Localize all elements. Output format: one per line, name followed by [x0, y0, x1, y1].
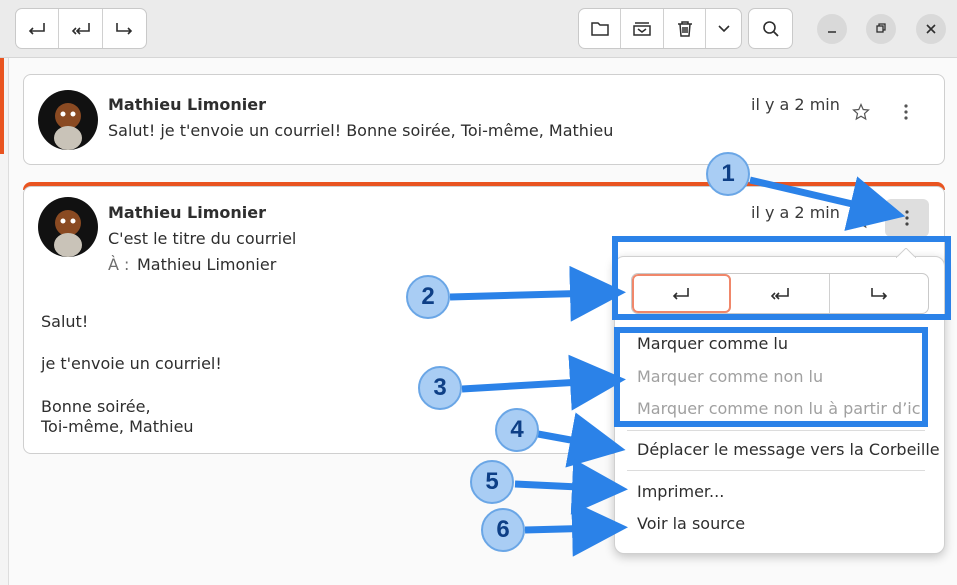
message-actions-group	[578, 8, 742, 49]
message-subject: C'est le titre du courriel	[108, 229, 297, 248]
arrow-6	[524, 500, 628, 557]
highlight-box-reply-group	[612, 236, 951, 320]
folder-icon	[590, 21, 609, 36]
recipient-label: À :	[108, 255, 130, 274]
minimize-icon	[828, 31, 836, 33]
reply-button[interactable]	[16, 9, 60, 48]
body-line: Toi-même, Mathieu	[41, 417, 194, 436]
menu-separator	[627, 470, 925, 471]
reply-button-group	[15, 8, 147, 49]
callout-5: 5	[470, 460, 514, 504]
reply-icon	[29, 22, 45, 35]
callout-6: 6	[481, 508, 525, 552]
message-menu-button[interactable]	[885, 199, 929, 237]
sender-name: Mathieu Limonier	[108, 203, 267, 222]
sender-name: Mathieu Limonier	[108, 95, 267, 114]
restore-icon	[876, 23, 886, 33]
menu-move-to-trash[interactable]: Déplacer le message vers la Corbeille	[637, 440, 940, 459]
menu-separator	[627, 430, 925, 431]
forward-button[interactable]	[103, 9, 146, 48]
archive-button[interactable]	[621, 9, 664, 48]
star-icon[interactable]	[852, 211, 870, 229]
forward-icon	[116, 22, 133, 35]
body-line: je t'envoie un courriel!	[41, 354, 222, 373]
chevron-down-icon	[718, 24, 730, 32]
search-icon	[762, 20, 779, 37]
close-icon	[926, 24, 936, 34]
callout-2: 2	[406, 275, 450, 319]
message-card-collapsed[interactable]: Mathieu Limonier il y a 2 min Salut! je …	[23, 74, 945, 165]
search-button[interactable]	[749, 9, 792, 48]
avatar	[38, 197, 98, 257]
callout-4: 4	[495, 408, 539, 452]
arrow-5	[514, 458, 628, 515]
header-bar	[0, 0, 957, 58]
callout-1: 1	[706, 152, 750, 196]
star-icon[interactable]	[852, 103, 870, 121]
callout-3: 3	[418, 366, 462, 410]
message-preview: Salut! je t'envoie un courriel! Bonne so…	[108, 121, 614, 140]
reply-all-icon	[71, 22, 90, 35]
trash-icon	[677, 20, 692, 37]
trash-button[interactable]	[664, 9, 707, 48]
avatar	[38, 90, 98, 150]
search-group	[748, 8, 793, 49]
kebab-menu-icon[interactable]	[902, 103, 910, 121]
close-button[interactable]	[916, 14, 946, 44]
recipient-name: Mathieu Limonier	[137, 255, 277, 274]
archive-icon	[633, 21, 651, 36]
kebab-menu-icon	[905, 210, 909, 226]
body-line: Salut!	[41, 312, 89, 331]
body-line: Bonne soirée,	[41, 397, 151, 416]
menu-view-source[interactable]: Voir la source	[637, 514, 745, 533]
move-button[interactable]	[579, 9, 622, 48]
restore-button[interactable]	[866, 14, 896, 44]
more-actions-button[interactable]	[706, 9, 741, 48]
reply-all-button[interactable]	[59, 9, 103, 48]
message-time: il y a 2 min	[751, 203, 840, 222]
selected-row-accent	[0, 58, 4, 154]
highlight-box-mark-items	[614, 327, 928, 427]
message-time: il y a 2 min	[751, 95, 840, 114]
menu-print[interactable]: Imprimer...	[637, 482, 724, 501]
minimize-button[interactable]	[817, 14, 847, 44]
